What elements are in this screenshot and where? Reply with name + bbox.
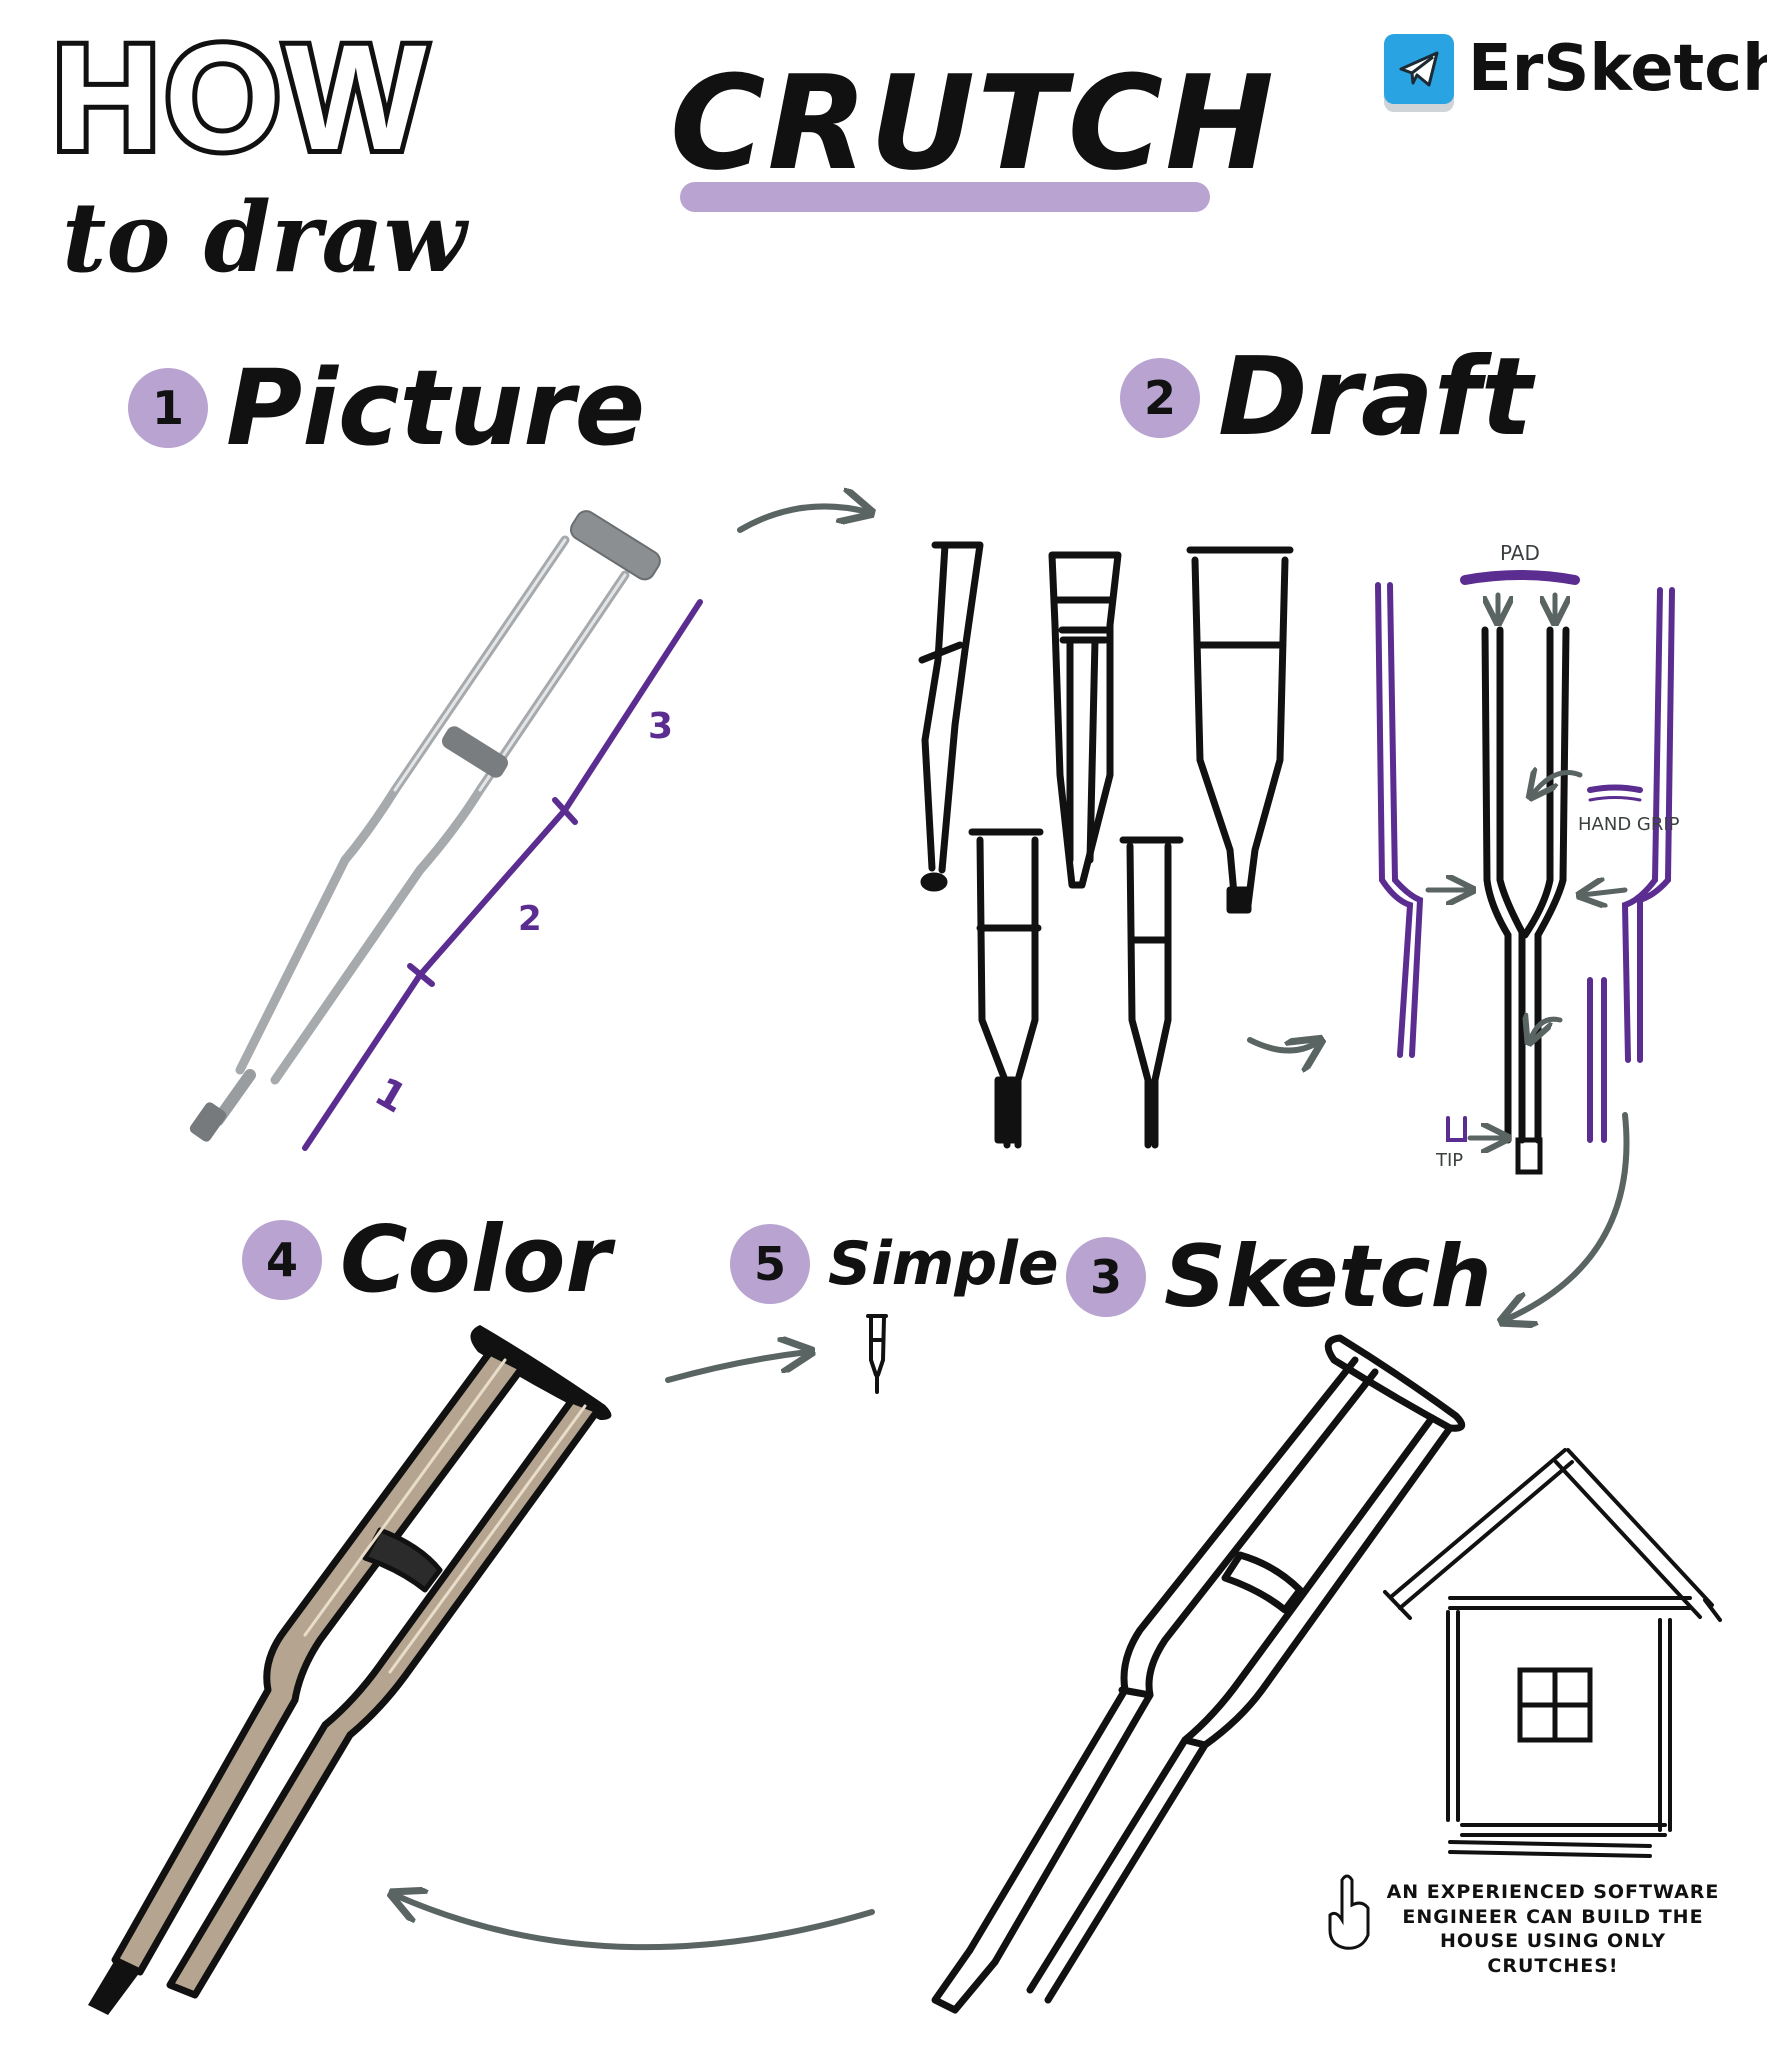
hand-grip-label: HAND GRIP <box>1578 814 1680 835</box>
arrow-picture-to-draft <box>737 506 868 533</box>
arrow-draft-to-breakdown <box>1247 1040 1318 1051</box>
simple-crutch-icon <box>866 1314 888 1394</box>
arrow-color-to-simple <box>665 1352 808 1383</box>
drawing-canvas: 1 2 3 PAD HAND GRIP TIP <box>88 0 1722 2015</box>
footnote: AN EXPERIENCED SOFTWARE ENGINEER CAN BUI… <box>1386 1881 1720 1978</box>
pad-label: PAD <box>1500 541 1540 565</box>
breakdown-diagram <box>1375 570 1675 1175</box>
flow-arrows <box>395 506 1630 1951</box>
crutch-house-doodle <box>1383 1448 1722 1858</box>
tip-label: TIP <box>1435 1150 1463 1171</box>
photo-crutch <box>189 510 661 1142</box>
arrow-sketch-to-color <box>395 1895 875 1951</box>
color-crutch <box>88 1325 612 2015</box>
guide-mark-3: 3 <box>648 706 673 747</box>
proportion-guide <box>302 599 703 1151</box>
pointing-hand-icon <box>1328 1874 1370 1950</box>
arrow-draft-to-sketch <box>1505 1112 1630 1320</box>
draft-thumbnails <box>918 541 1294 1149</box>
breakdown-arrows <box>1425 592 1628 1138</box>
guide-mark-1: 1 <box>367 1069 414 1123</box>
guide-mark-2: 2 <box>518 899 542 939</box>
